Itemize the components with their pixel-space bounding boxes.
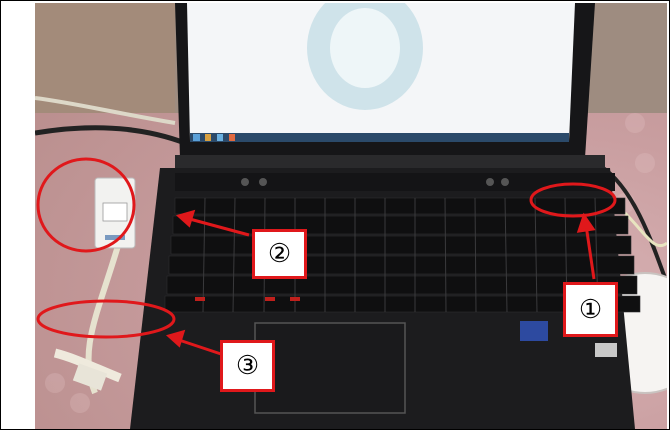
callout-marker-1: ① <box>563 282 618 337</box>
marker-label-1: ① <box>578 294 603 325</box>
pointer-arrow-1-head <box>576 212 596 233</box>
pointer-arrow-2 <box>185 216 250 237</box>
highlight-ellipse-2 <box>36 157 136 253</box>
highlight-ellipse-1 <box>529 182 617 218</box>
marker-label-2: ② <box>267 239 292 269</box>
pointer-arrow-1 <box>584 224 596 280</box>
figure-frame: ① ② ③ <box>0 0 670 430</box>
marker-label-3: ③ <box>235 351 260 381</box>
callout-marker-2: ② <box>252 229 307 279</box>
highlight-ellipse-3 <box>36 299 176 339</box>
callout-marker-3: ③ <box>220 340 275 392</box>
pointer-arrow-2-head <box>175 209 196 228</box>
pointer-arrow-3-head <box>165 329 186 348</box>
pointer-arrow-3 <box>175 337 222 356</box>
annotation-overlay <box>36 157 617 356</box>
